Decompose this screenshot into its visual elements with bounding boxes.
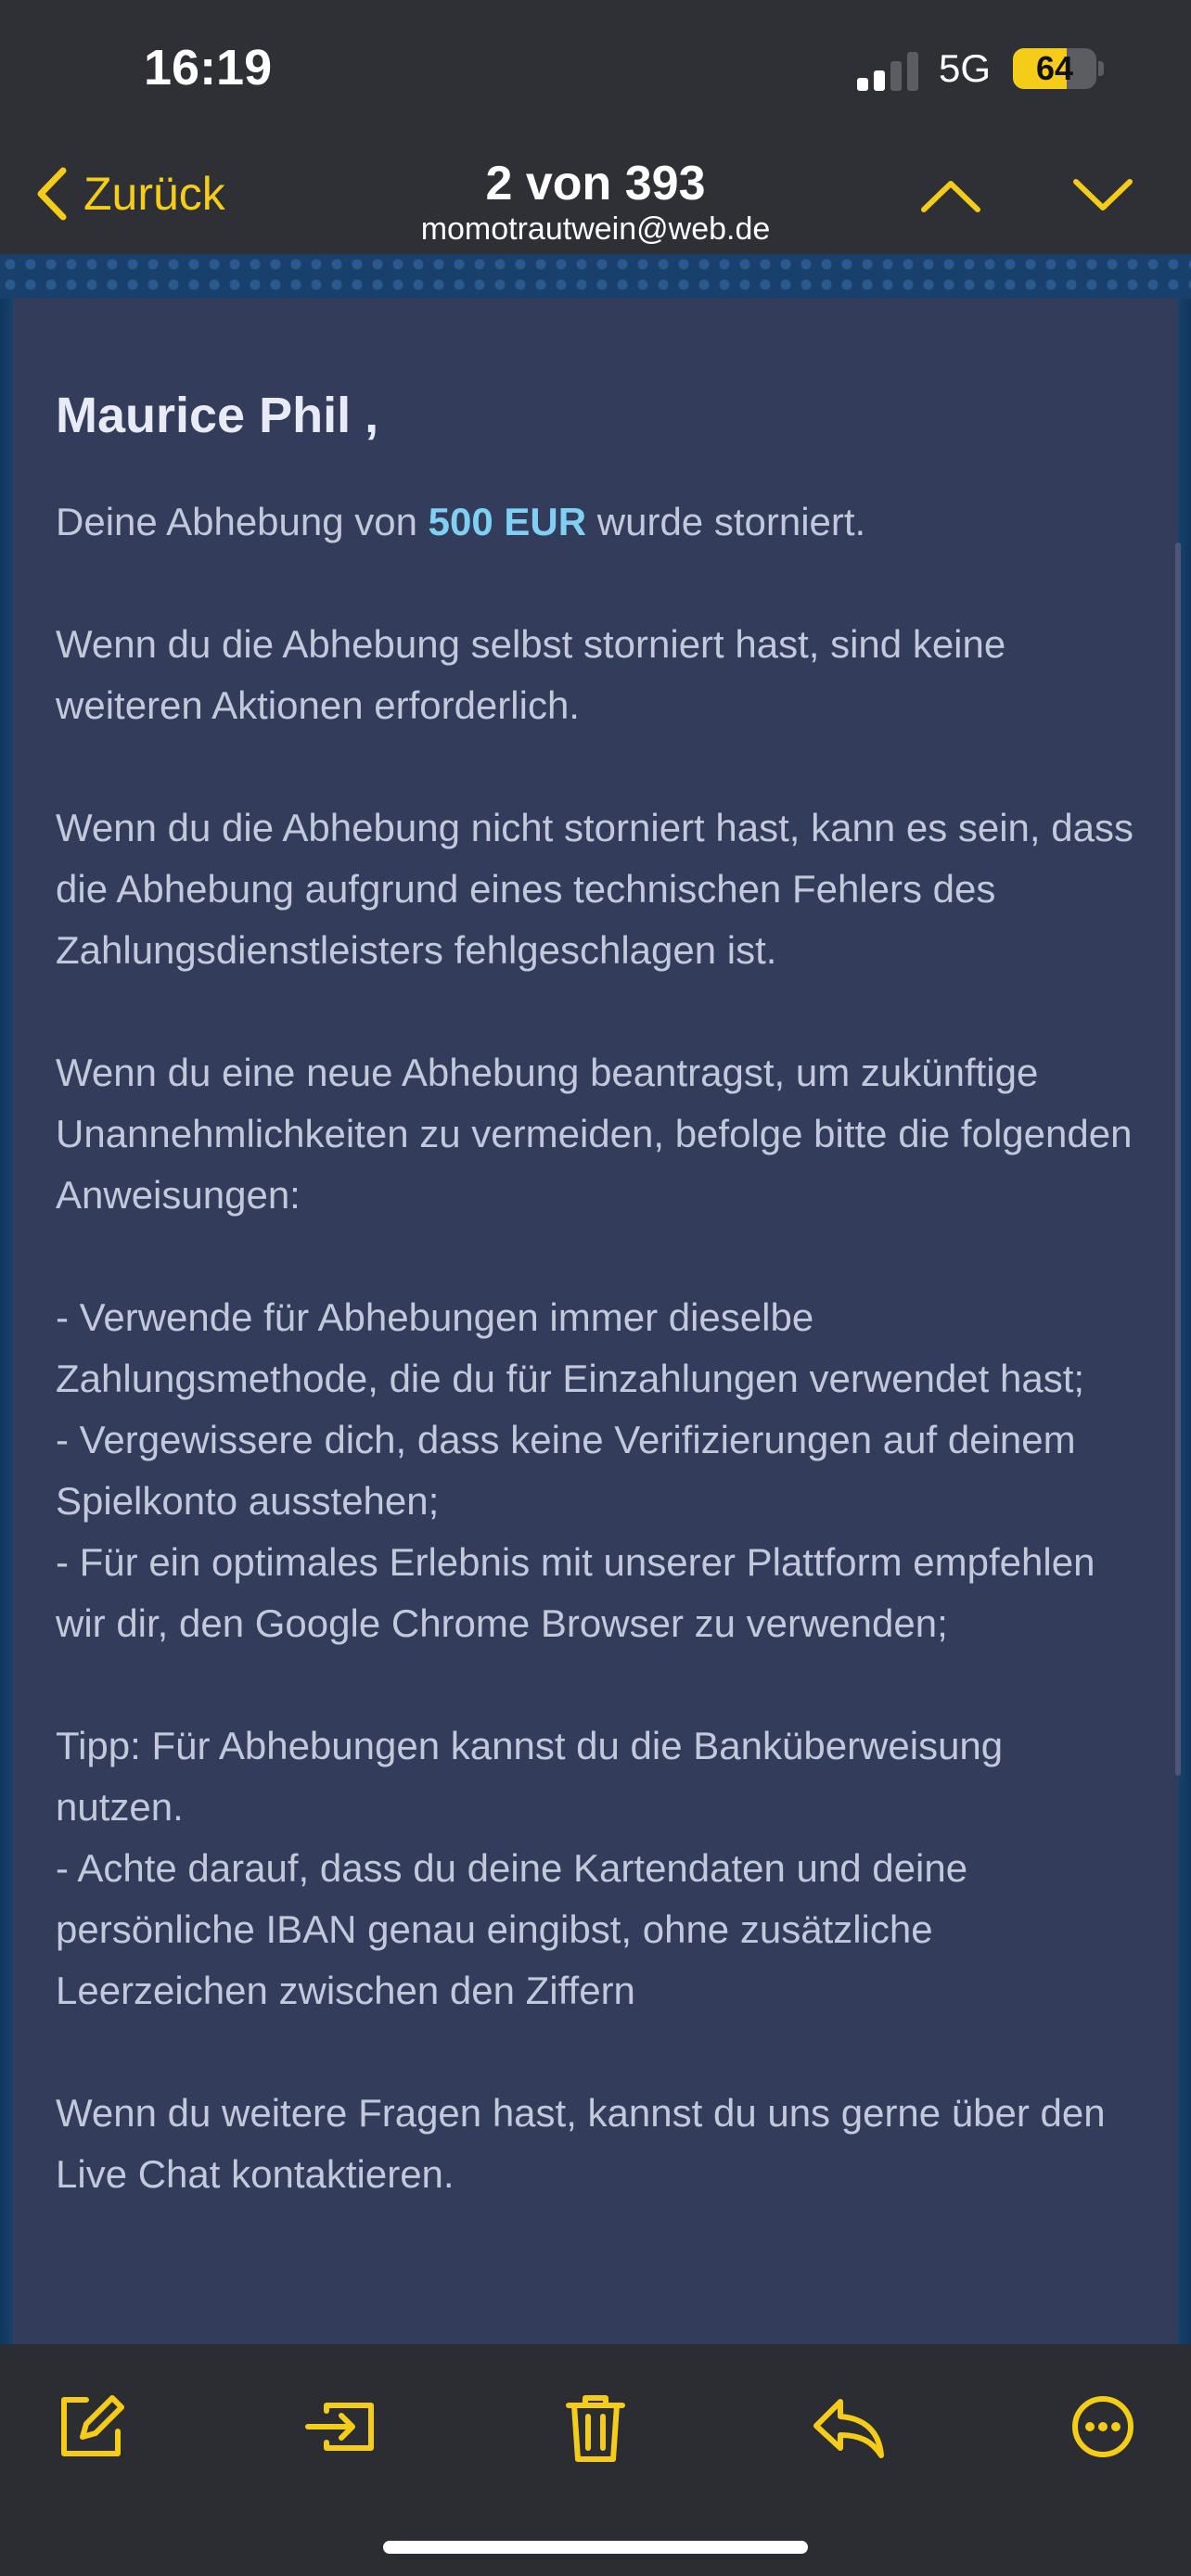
- signal-bar-3: [890, 61, 902, 91]
- account-email: momotrautwein@web.de: [420, 211, 771, 247]
- message-counter: 2 von 393: [485, 157, 706, 210]
- signal-bar-2: [874, 70, 885, 91]
- mail-paragraph-3: Wenn du die Abhebung nicht storniert has…: [56, 806, 1133, 972]
- tip-block: Tipp: Für Abhebungen kannst du die Bankü…: [56, 1715, 1141, 2021]
- battery-icon: 64: [1013, 48, 1096, 89]
- withdrawal-amount: 500 EUR: [428, 500, 587, 543]
- compose-icon[interactable]: [49, 2385, 133, 2468]
- battery-cap: [1098, 61, 1104, 76]
- more-icon[interactable]: [1061, 2385, 1145, 2468]
- signal-icon: [857, 52, 918, 91]
- list-item: - Für ein optimales Erlebnis mit unserer…: [56, 1540, 1095, 1645]
- trash-icon[interactable]: [554, 2385, 637, 2468]
- instruction-list: - Verwende für Abhebungen immer dieselbe…: [56, 1287, 1141, 1654]
- home-indicator[interactable]: [383, 2541, 808, 2554]
- mail-body: Maurice Phil , Deine Abhebung von 500 EU…: [56, 380, 1141, 2266]
- mail-pattern: [0, 254, 1191, 299]
- signal-bar-1: [857, 78, 868, 91]
- list-item: - Verwende für Abhebungen immer dieselbe…: [56, 1295, 1085, 1400]
- status-time: 16:19: [144, 40, 273, 96]
- chevron-up-icon[interactable]: [918, 167, 983, 223]
- battery-level: 64: [1035, 49, 1074, 87]
- mail-paragraph-4: Wenn du eine neue Abhebung beantragst, u…: [56, 1051, 1133, 1217]
- move-icon[interactable]: [299, 2385, 382, 2468]
- mail-paragraph-1: Deine Abhebung von 500 EUR wurde stornie…: [56, 491, 1141, 553]
- mail-greeting: Maurice Phil ,: [56, 388, 379, 443]
- network-type: 5G: [939, 46, 992, 90]
- tip-line: - Achte darauf, dass du deine Kartendate…: [56, 1846, 968, 2012]
- status-bar: 16:19 5G 64: [0, 0, 1191, 139]
- mail-paragraph-last: Wenn du weitere Fragen hast, kannst du u…: [56, 2091, 1106, 2196]
- nav-bar: Zurück 2 von 393 momotrautwein@web.de: [0, 139, 1191, 254]
- p1-after: wurde storniert.: [586, 500, 866, 543]
- reply-icon[interactable]: [807, 2385, 890, 2468]
- tip-line: Tipp: Für Abhebungen kannst du die Bankü…: [56, 1724, 1004, 1829]
- list-item: - Vergewissere dich, dass keine Verifizi…: [56, 1418, 1076, 1523]
- chevron-down-icon[interactable]: [1070, 167, 1135, 223]
- p1-before: Deine Abhebung von: [56, 500, 429, 543]
- scrollbar[interactable]: [1175, 542, 1181, 1776]
- signal-bar-4: [907, 52, 918, 91]
- mail-paragraph-2: Wenn du die Abhebung selbst storniert ha…: [56, 622, 1006, 727]
